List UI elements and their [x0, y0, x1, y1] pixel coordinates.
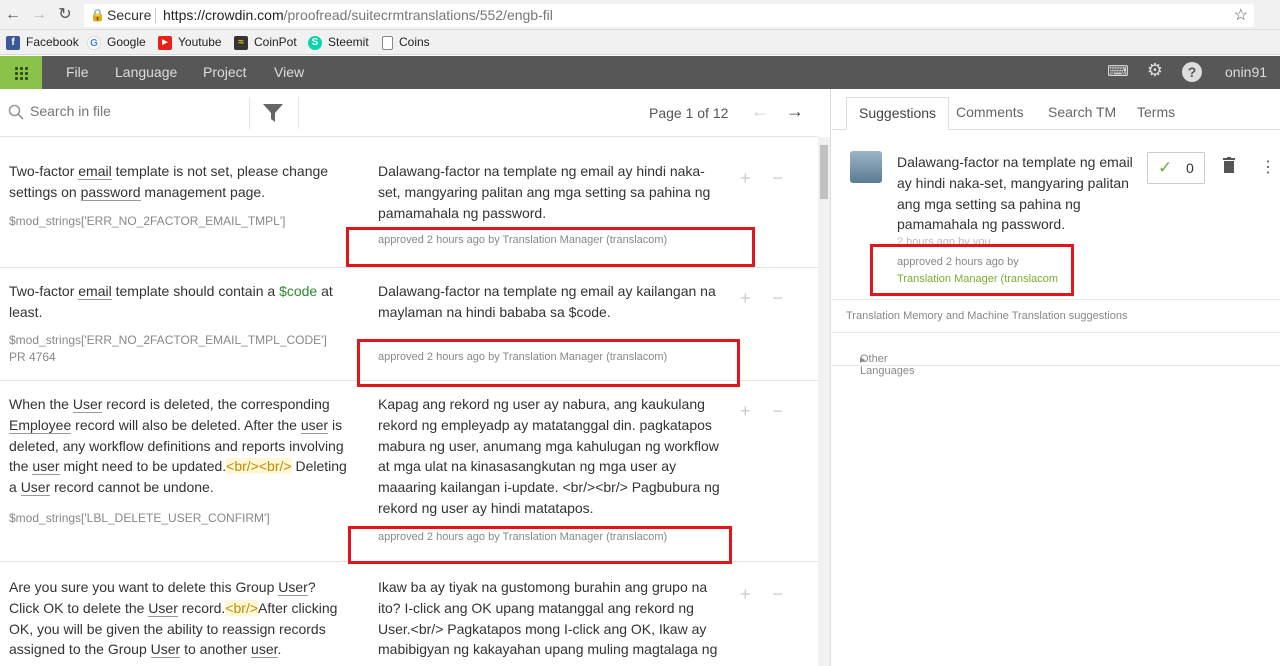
vote-controls[interactable]: +−: [740, 168, 805, 189]
bookmark-google[interactable]: G Google: [87, 34, 146, 51]
tm-suggestions-label: Translation Memory and Machine Translati…: [846, 310, 1128, 322]
help-icon[interactable]: ?: [1182, 62, 1202, 82]
steemit-icon: S: [308, 35, 322, 50]
search-input[interactable]: [30, 103, 230, 119]
page-icon: [382, 35, 393, 50]
url-text: https://crowdin.com/proofread/suitecrmtr…: [163, 7, 553, 23]
toolbar-divider: [249, 97, 250, 129]
google-icon: G: [87, 35, 101, 50]
string-key: $mod_strings['LBL_DELETE_USER_CONFIRM']: [9, 511, 270, 525]
grid-icon: [14, 65, 28, 80]
translation-text: Dalawang-factor na template ng email ay …: [378, 283, 716, 320]
menu-view[interactable]: View: [274, 56, 304, 89]
secure-label: Secure: [107, 7, 152, 23]
keyboard-icon[interactable]: ⌨: [1107, 62, 1129, 80]
highlight-box: [348, 526, 732, 564]
bookmark-coins[interactable]: Coins: [382, 34, 430, 51]
tab-comments[interactable]: Comments: [944, 97, 1036, 130]
strings-toolbar: Page 1 of 12 ← →: [0, 89, 818, 137]
bookmark-steemit[interactable]: S Steemit: [308, 34, 369, 51]
bookmarks-bar: f Facebook G Google ▶ Youtube ≈ CoinPot S Ste…: [0, 30, 1280, 55]
avatar: [850, 151, 882, 183]
bookmark-facebook[interactable]: f Facebook: [6, 34, 79, 51]
address-bar[interactable]: 🔒 Secure https://crowdin.com/proofread/s…: [84, 4, 1254, 27]
menu-language[interactable]: Language: [115, 56, 177, 89]
vote-controls[interactable]: +−: [740, 288, 805, 309]
lock-icon: 🔒: [90, 8, 105, 22]
checkmark-icon: ✓: [1158, 158, 1173, 177]
bookmark-coinpot[interactable]: ≈ CoinPot: [234, 34, 297, 51]
next-page-icon[interactable]: →: [786, 101, 804, 122]
youtube-icon: ▶: [158, 35, 172, 50]
filter-icon[interactable]: [263, 104, 283, 122]
menu-file[interactable]: File: [66, 56, 89, 89]
source-text: When the User record is deleted, the cor…: [9, 396, 347, 497]
bookmark-youtube[interactable]: ▶ Youtube: [158, 34, 222, 51]
source-text: Two-factor email template should contain…: [9, 283, 333, 320]
reload-icon[interactable]: ↻: [55, 5, 75, 25]
app-menu-bar: File Language Project View ⌨ ⚙ ? onin91: [0, 56, 1280, 89]
forward-arrow-icon[interactable]: →: [29, 5, 49, 25]
highlight-box: [870, 244, 1074, 296]
coinpot-icon: ≈: [234, 35, 248, 50]
source-text: Are you sure you want to delete this Gro…: [9, 579, 338, 659]
suggestion-text[interactable]: Dalawang-factor na template ng email ay …: [897, 152, 1137, 235]
string-context: PR 4764: [9, 350, 56, 364]
tab-terms[interactable]: Terms: [1125, 97, 1187, 130]
tab-search-tm[interactable]: Search TM: [1036, 97, 1128, 130]
url-separator: [155, 8, 156, 23]
side-panel: Suggestions Comments Search TM Terms Dal…: [832, 89, 1280, 666]
approve-vote-button[interactable]: ✓ 0: [1147, 152, 1205, 184]
string-row[interactable]: Are you sure you want to delete this Gro…: [0, 562, 818, 666]
highlight-box: [357, 339, 740, 387]
string-key: $mod_strings['ERR_NO_2FACTOR_EMAIL_TMPL'…: [9, 214, 286, 228]
strings-list: Two-factor email template is not set, pl…: [0, 137, 818, 666]
username[interactable]: onin91: [1225, 56, 1267, 89]
scrollbar-thumb[interactable]: [820, 145, 828, 199]
more-options-icon[interactable]: ⋮: [1260, 157, 1276, 177]
prev-page-icon[interactable]: ←: [751, 101, 769, 122]
string-key: $mod_strings['ERR_NO_2FACTOR_EMAIL_TMPL_…: [9, 333, 327, 347]
back-arrow-icon[interactable]: ←: [3, 5, 23, 25]
strings-pane: Page 1 of 12 ← → Two-factor email templa…: [0, 89, 831, 666]
other-languages-toggle[interactable]: ▸ Other Languages: [832, 332, 1280, 377]
page-indicator: Page 1 of 12: [649, 105, 729, 121]
search-icon: [8, 104, 24, 120]
toolbar-divider: [298, 97, 299, 129]
menu-project[interactable]: Project: [203, 56, 247, 89]
side-tabs: Suggestions Comments Search TM Terms: [832, 89, 1280, 130]
browser-toolbar: ← → ↻ 🔒 Secure https://crowdin.com/proof…: [0, 0, 1280, 30]
vote-controls[interactable]: +−: [740, 401, 805, 422]
trash-icon[interactable]: [1223, 157, 1235, 173]
tab-suggestions[interactable]: Suggestions: [846, 97, 950, 130]
translation-text: Ikaw ba ay tiyak na gustomong burahin an…: [378, 579, 718, 658]
gear-icon[interactable]: ⚙: [1144, 60, 1166, 81]
translation-text: Kapag ang rekord ng user ay nabura, ang …: [378, 396, 720, 516]
source-text: Two-factor email template is not set, pl…: [9, 163, 329, 201]
vote-controls[interactable]: +−: [740, 584, 805, 605]
facebook-icon: f: [6, 35, 20, 50]
bookmark-star-icon[interactable]: ☆: [1234, 4, 1248, 27]
apps-grid-button[interactable]: [0, 56, 42, 89]
translation-text: Dalawang-factor na template ng email ay …: [378, 163, 711, 221]
scrollbar[interactable]: [818, 137, 830, 666]
highlight-box: [346, 227, 755, 267]
